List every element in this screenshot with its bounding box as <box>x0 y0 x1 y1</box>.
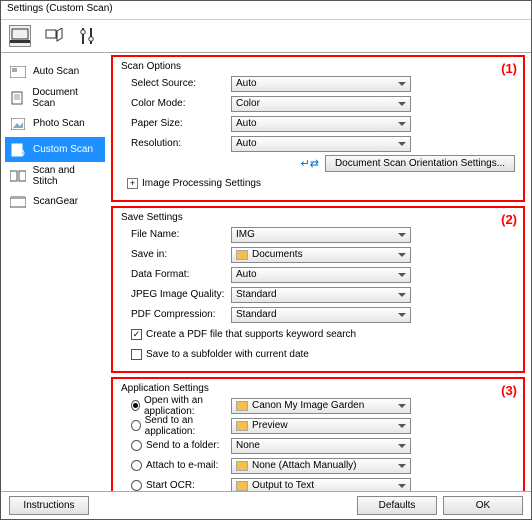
scangear-icon <box>9 194 27 210</box>
main-panel: (1) Scan Options Select Source:Auto Colo… <box>109 53 531 491</box>
sidebar-item-auto-scan[interactable]: Auto Scan <box>5 59 105 84</box>
stitch-icon <box>9 168 27 184</box>
folder-icon <box>236 250 248 260</box>
sidebar-item-scangear[interactable]: ScanGear <box>5 189 105 214</box>
save-settings-panel: (2) Save Settings File Name:IMG Save in:… <box>111 206 525 373</box>
sidebar: Auto Scan Document Scan Photo Scan Custo… <box>1 53 109 491</box>
data-format-dropdown[interactable]: Auto <box>231 267 411 283</box>
app-icon <box>236 481 248 491</box>
paper-size-label: Paper Size: <box>121 118 231 129</box>
pdf-compression-label: PDF Compression: <box>121 309 231 320</box>
send-to-folder-radio[interactable] <box>131 440 142 451</box>
defaults-button[interactable]: Defaults <box>357 496 437 515</box>
jpeg-quality-dropdown[interactable]: Standard <box>231 287 411 303</box>
window-title: Settings (Custom Scan) <box>1 1 531 19</box>
application-settings-panel: (3) Application Settings Open with an ap… <box>111 377 525 491</box>
pdf-keyword-checkbox[interactable]: ✓ <box>131 329 142 340</box>
app-icon <box>236 461 248 471</box>
panel-number: (3) <box>501 383 517 398</box>
panel-title: Application Settings <box>121 383 515 394</box>
scan-from-panel-icon[interactable] <box>43 25 65 47</box>
attach-email-dropdown[interactable]: None (Attach Manually) <box>231 458 411 474</box>
top-toolbar <box>1 19 531 53</box>
paper-size-dropdown[interactable]: Auto <box>231 116 411 132</box>
start-ocr-dropdown[interactable]: Output to Text <box>231 478 411 492</box>
panel-title: Save Settings <box>121 212 515 223</box>
jpeg-quality-label: JPEG Image Quality: <box>121 289 231 300</box>
ok-button[interactable]: OK <box>443 496 523 515</box>
save-in-label: Save in: <box>121 249 231 260</box>
resolution-label: Resolution: <box>121 138 231 149</box>
sidebar-item-photo-scan[interactable]: Photo Scan <box>5 111 105 136</box>
scan-from-computer-icon[interactable] <box>9 25 31 47</box>
general-settings-icon[interactable] <box>77 25 99 47</box>
sidebar-item-label: Document Scan <box>32 87 101 109</box>
panel-number: (2) <box>501 212 517 227</box>
send-to-folder-dropdown[interactable]: None <box>231 438 411 454</box>
photo-scan-icon <box>9 116 27 132</box>
send-to-app-dropdown[interactable]: Preview <box>231 418 411 434</box>
document-scan-icon <box>9 90 26 106</box>
select-source-dropdown[interactable]: Auto <box>231 76 411 92</box>
open-with-app-dropdown[interactable]: Canon My Image Garden <box>231 398 411 414</box>
app-icon <box>236 421 248 431</box>
color-mode-label: Color Mode: <box>121 98 231 109</box>
attach-email-radio[interactable] <box>131 460 142 471</box>
sidebar-item-label: ScanGear <box>33 196 78 207</box>
sidebar-item-scan-and-stitch[interactable]: Scan and Stitch <box>5 163 105 188</box>
app-icon <box>236 401 248 411</box>
file-name-label: File Name: <box>121 229 231 240</box>
subfolder-label: Save to a subfolder with current date <box>146 349 309 360</box>
panel-number: (1) <box>501 61 517 76</box>
start-ocr-radio[interactable] <box>131 480 142 491</box>
image-processing-label: Image Processing Settings <box>142 178 261 189</box>
orientation-settings-button[interactable]: Document Scan Orientation Settings... <box>325 155 515 172</box>
sidebar-item-label: Auto Scan <box>33 66 79 77</box>
save-in-dropdown[interactable]: Documents <box>231 247 411 263</box>
open-with-app-radio[interactable] <box>131 400 140 411</box>
instructions-button[interactable]: Instructions <box>9 496 89 515</box>
sidebar-item-document-scan[interactable]: Document Scan <box>5 85 105 110</box>
pdf-keyword-label: Create a PDF file that supports keyword … <box>146 329 356 340</box>
custom-scan-icon <box>9 142 27 158</box>
sidebar-item-label: Photo Scan <box>33 118 85 129</box>
scan-options-panel: (1) Scan Options Select Source:Auto Colo… <box>111 55 525 202</box>
pdf-compression-dropdown[interactable]: Standard <box>231 307 411 323</box>
sidebar-item-label: Scan and Stitch <box>33 165 101 187</box>
color-mode-dropdown[interactable]: Color <box>231 96 411 112</box>
expand-icon[interactable]: + <box>127 178 138 189</box>
resolution-dropdown[interactable]: Auto <box>231 136 411 152</box>
auto-scan-icon <box>9 64 27 80</box>
data-format-label: Data Format: <box>121 269 231 280</box>
orientation-arrow-icon: ↵⇄ <box>301 157 319 170</box>
subfolder-checkbox[interactable] <box>131 349 142 360</box>
file-name-field[interactable]: IMG <box>231 227 411 243</box>
select-source-label: Select Source: <box>121 78 231 89</box>
sidebar-item-label: Custom Scan <box>33 144 93 155</box>
content-area: Auto Scan Document Scan Photo Scan Custo… <box>1 53 531 491</box>
settings-window: Settings (Custom Scan) Auto Scan Documen… <box>0 0 532 520</box>
sidebar-item-custom-scan[interactable]: Custom Scan <box>5 137 105 162</box>
send-to-app-radio[interactable] <box>131 420 141 431</box>
panel-title: Scan Options <box>121 61 515 72</box>
footer: Instructions Defaults OK <box>1 491 531 519</box>
